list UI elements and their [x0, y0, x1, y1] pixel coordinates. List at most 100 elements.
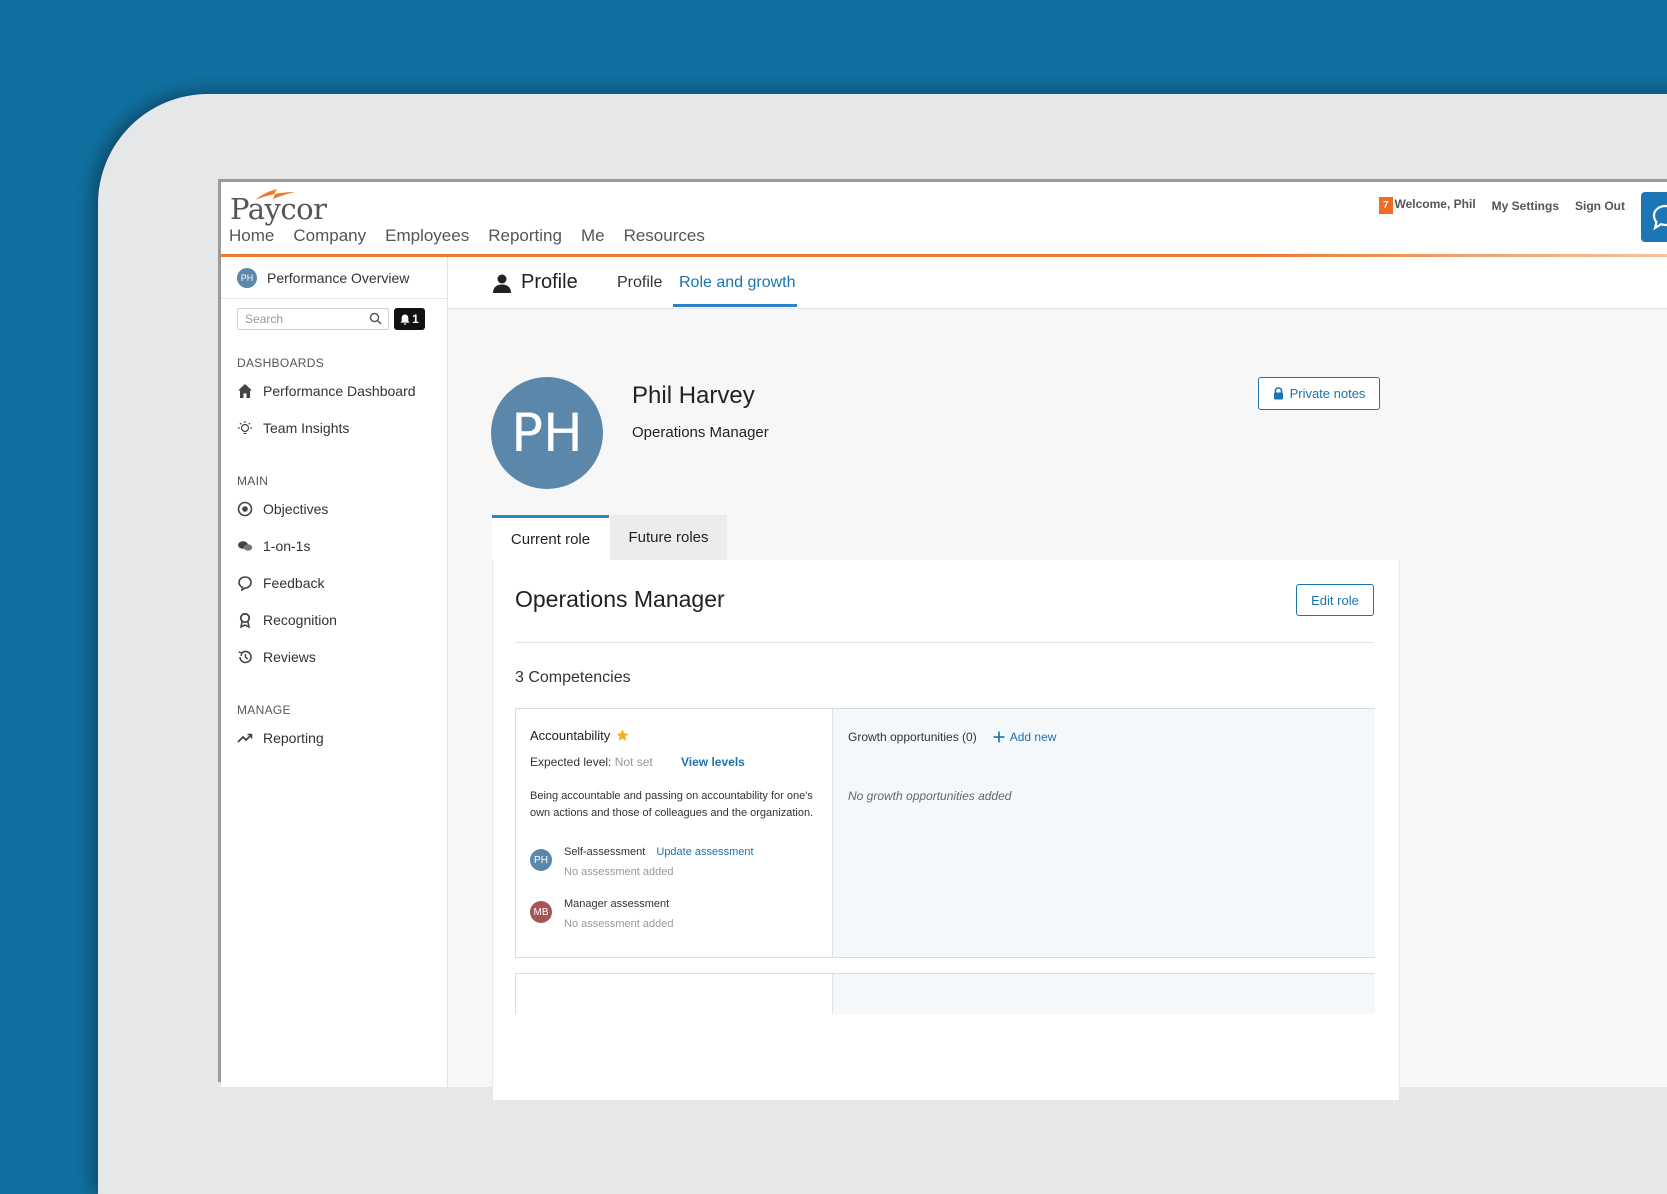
sidebar-title: Performance Overview: [267, 270, 410, 286]
self-assessment-label: Self-assessment: [564, 846, 646, 858]
self-assessment-row: PH Self-assessment Update assessment No …: [530, 846, 754, 878]
section-title-main: MAIN: [237, 474, 269, 488]
growth-header: Growth opportunities (0) Add new: [848, 730, 1056, 744]
tab-role-and-growth[interactable]: Role and growth: [679, 274, 796, 292]
competency-description: Being accountable and passing on account…: [530, 790, 814, 819]
app-window: Paycor Home Company Employees Reporting …: [218, 179, 1667, 1101]
competency-name-text: Accountability: [530, 728, 611, 743]
sidebar-item-reviews[interactable]: Reviews: [237, 649, 316, 665]
home-icon: [238, 384, 252, 398]
section-title-dashboards: DASHBOARDS: [237, 356, 325, 370]
expected-level: Expected level: Not set: [530, 755, 653, 769]
edit-role-button[interactable]: Edit role: [1296, 584, 1374, 616]
avatar: MB: [530, 901, 552, 923]
main-nav: Home Company Employees Reporting Me Reso…: [229, 226, 705, 246]
sidebar-item-reporting[interactable]: Reporting: [237, 730, 324, 746]
manager-assessment-label: Manager assessment: [564, 898, 670, 910]
paycor-logo[interactable]: Paycor: [230, 189, 327, 226]
sidebar-item-1-on-1s[interactable]: 1-on-1s: [237, 538, 310, 554]
add-new-button[interactable]: Add new: [993, 730, 1057, 744]
bell-count: 1: [412, 312, 419, 326]
active-tab-indicator: [673, 304, 797, 307]
chat-button[interactable]: [1641, 192, 1667, 242]
page-title-text: Profile: [521, 271, 578, 293]
welcome-text: Welcome, Phil: [1394, 197, 1476, 211]
nav-company[interactable]: Company: [293, 226, 366, 246]
nav-reporting[interactable]: Reporting: [488, 226, 562, 246]
role-name: Operations Manager: [515, 586, 725, 612]
plus-icon: [993, 731, 1005, 743]
top-bar: Paycor Home Company Employees Reporting …: [221, 182, 1667, 257]
sign-out-link[interactable]: Sign Out: [1575, 199, 1625, 213]
private-notes-label: Private notes: [1289, 386, 1366, 401]
tab-profile[interactable]: Profile: [617, 274, 662, 292]
sidebar-item-label: Objectives: [263, 501, 329, 517]
sidebar-item-feedback[interactable]: Feedback: [237, 575, 324, 591]
growth-panel: [832, 974, 1375, 1014]
person-icon: [493, 274, 511, 293]
sidebar-item-team-insights[interactable]: Team Insights: [237, 420, 349, 436]
tab-current-role-label: Current role: [510, 530, 591, 548]
divider: [221, 298, 447, 299]
profile-avatar: PH: [491, 377, 603, 489]
view-levels-link[interactable]: View levels: [681, 755, 745, 769]
manager-assessment-status: No assessment added: [564, 918, 674, 930]
search-input[interactable]: [238, 309, 365, 328]
nav-me[interactable]: Me: [581, 226, 605, 246]
profile-name: Phil Harvey: [632, 382, 755, 409]
performance-overview-link[interactable]: PH Performance Overview: [237, 268, 409, 288]
update-assessment-link[interactable]: Update assessment: [656, 846, 753, 858]
profile-tab-bar: Profile Profile Role and growth: [448, 257, 1667, 309]
tab-future-roles[interactable]: Future roles: [610, 515, 727, 560]
search-icon[interactable]: [369, 312, 382, 325]
logo-swoosh-icon: [255, 189, 295, 200]
lightbulb-icon: [238, 421, 252, 435]
add-new-label: Add new: [1009, 730, 1057, 744]
growth-label: Growth opportunities (0): [848, 730, 977, 744]
sidebar-item-label: Performance Dashboard: [263, 383, 416, 399]
competency-card: [515, 973, 1375, 1014]
nav-resources[interactable]: Resources: [624, 226, 705, 246]
page-title: Profile: [492, 271, 578, 294]
avatar: PH: [237, 268, 257, 288]
sidebar-item-label: Team Insights: [263, 420, 350, 436]
feedback-icon: [238, 576, 252, 591]
growth-panel: Growth opportunities (0) Add new No grow…: [832, 709, 1375, 957]
chat-icon: [238, 541, 253, 551]
profile-job-title: Operations Manager: [632, 424, 769, 441]
avatar: PH: [530, 849, 552, 871]
private-notes-button[interactable]: Private notes: [1258, 377, 1380, 410]
trend-icon: [237, 733, 253, 743]
expected-level-label: Expected level:: [530, 755, 612, 769]
sidebar-item-recognition[interactable]: Recognition: [237, 612, 337, 628]
my-settings-link[interactable]: My Settings: [1492, 199, 1559, 213]
sidebar-item-label: Recognition: [263, 612, 337, 628]
nav-employees[interactable]: Employees: [385, 226, 469, 246]
notification-badge[interactable]: 7: [1378, 197, 1393, 214]
edit-role-label: Edit role: [1311, 592, 1359, 608]
sidebar-item-label: 1-on-1s: [263, 538, 311, 554]
sidebar-item-label: Reporting: [263, 730, 324, 746]
lock-icon: [1273, 387, 1283, 400]
role-card: Operations Manager Edit role 3 Competenc…: [492, 560, 1400, 1101]
competencies-count: 3 Competencies: [515, 669, 631, 686]
sidebar: PH Performance Overview 1 DASHBOARDS Per…: [221, 257, 448, 1087]
tab-current-role[interactable]: Current role: [492, 515, 609, 560]
star-icon: [616, 729, 629, 741]
welcome-link[interactable]: 7 Welcome, Phil: [1378, 197, 1476, 214]
tab-future-roles-label: Future roles: [628, 529, 709, 546]
notifications-button[interactable]: 1: [394, 308, 425, 330]
self-assessment-status: No assessment added: [564, 866, 674, 878]
divider: [515, 642, 1374, 643]
nav-home[interactable]: Home: [229, 226, 274, 246]
expected-level-value: Not set: [614, 755, 653, 769]
competency-card: Accountability Expected level: Not set V…: [515, 708, 1375, 958]
main-content: Profile Profile Role and growth PH Phil …: [448, 257, 1667, 1101]
sidebar-item-performance-dashboard[interactable]: Performance Dashboard: [237, 383, 416, 399]
sidebar-item-objectives[interactable]: Objectives: [237, 501, 328, 517]
search-box: [237, 308, 389, 330]
section-title-manage: MANAGE: [237, 703, 291, 717]
target-icon: [237, 501, 253, 517]
sidebar-item-label: Feedback: [263, 575, 325, 591]
ribbon-icon: [239, 612, 251, 628]
